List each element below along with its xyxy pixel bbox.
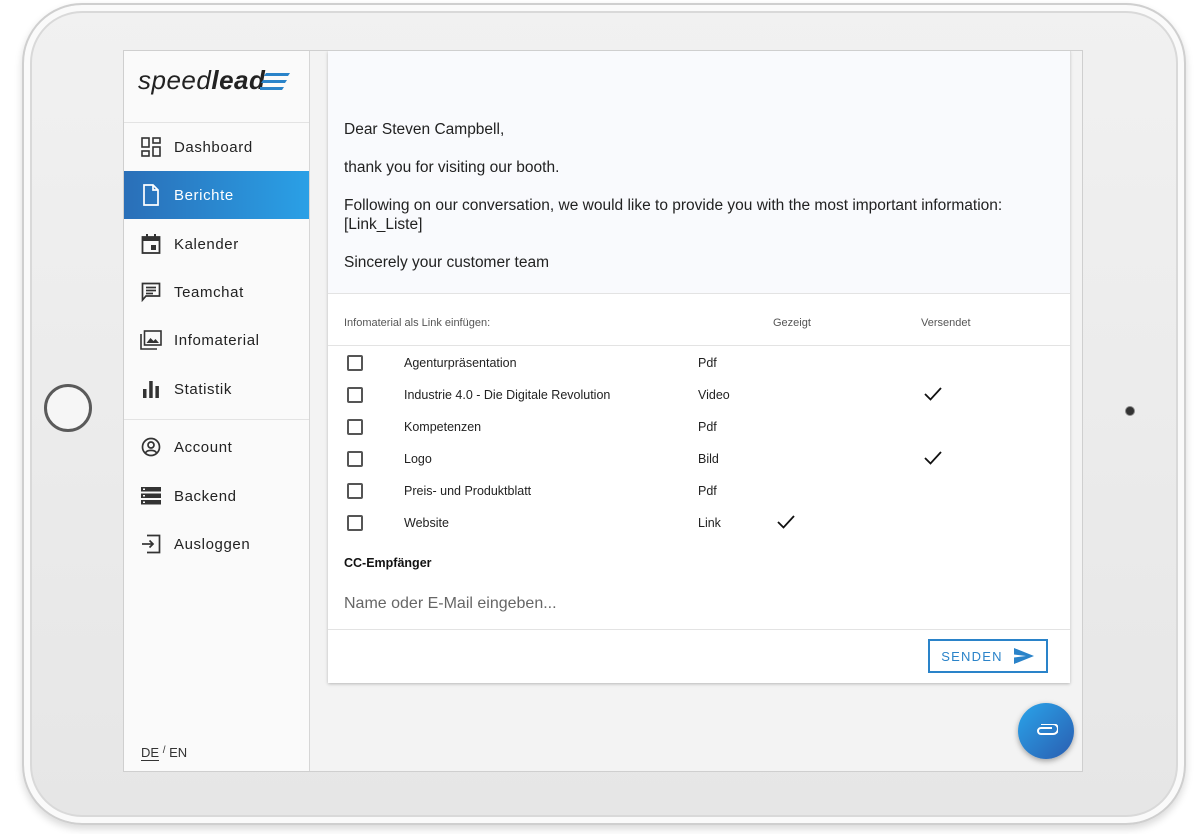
logo-suffix: lead (211, 65, 266, 95)
sidebar-item-infomaterial[interactable]: Infomaterial (124, 316, 309, 364)
row-name: Industrie 4.0 - Die Digitale Revolution (404, 388, 611, 402)
letter-link-list: [Link_Liste] (344, 216, 423, 233)
logo-prefix: speed (138, 65, 212, 95)
camera-dot (1125, 406, 1135, 416)
send-button[interactable]: SENDEN (928, 639, 1048, 673)
email-card: Dear Steven Campbell, thank you for visi… (328, 51, 1070, 683)
row-name: Website (404, 516, 449, 530)
sidebar-item-label: Ausloggen (174, 535, 251, 553)
nav-divider (124, 419, 309, 420)
sidebar-item-statistik[interactable]: Statistik (124, 365, 309, 413)
row-name: Logo (404, 452, 432, 466)
bar-chart-icon (140, 378, 162, 400)
sidebar-item-label: Backend (174, 487, 237, 505)
row-type: Pdf (698, 356, 717, 370)
lang-de[interactable]: DE (141, 745, 160, 761)
calendar-icon (140, 233, 162, 255)
attach-fab-button[interactable] (1018, 703, 1074, 759)
lang-separator: / (162, 745, 166, 756)
row-type: Pdf (698, 420, 717, 434)
send-icon (1013, 648, 1034, 664)
table-row: Industrie 4.0 - Die Digitale Revolution … (328, 379, 1070, 411)
sidebar-item-kalender[interactable]: Kalender (124, 220, 309, 268)
app-screen: speedlead Dashboard Berichte Kalender Te… (123, 50, 1083, 772)
sidebar-item-label: Berichte (174, 186, 234, 204)
logo[interactable]: speedlead (138, 65, 265, 96)
header-sent: Versendet (921, 317, 971, 329)
table-row: Kompetenzen Pdf (328, 411, 1070, 443)
letter-line2: Following on our conversation, we would … (344, 197, 1003, 214)
header-shown: Gezeigt (773, 317, 811, 329)
sidebar-item-ausloggen[interactable]: Ausloggen (124, 520, 309, 568)
account-icon (140, 436, 162, 458)
chat-icon (140, 281, 162, 303)
server-icon (140, 485, 162, 507)
cc-input[interactable] (344, 589, 1044, 619)
row-checkbox[interactable] (347, 355, 363, 371)
document-icon (140, 184, 162, 206)
letter-greeting: Dear Steven Campbell, (344, 121, 505, 138)
sent-check-icon (924, 451, 942, 465)
send-button-label: SENDEN (941, 648, 1003, 664)
sidebar-item-label: Kalender (174, 235, 239, 253)
letter-preview: Dear Steven Campbell, thank you for visi… (328, 51, 1070, 294)
row-checkbox[interactable] (347, 387, 363, 403)
sidebar-item-label: Teamchat (174, 283, 244, 301)
row-name: Preis- und Produktblatt (404, 484, 532, 498)
letter-closing: Sincerely your customer team (344, 254, 550, 271)
cc-label: CC-Empfänger (344, 556, 432, 570)
sent-check-icon (924, 387, 942, 401)
sidebar-item-backend[interactable]: Backend (124, 472, 309, 520)
photo-library-icon (140, 329, 162, 351)
table-divider (328, 345, 1070, 346)
row-name: Kompetenzen (404, 420, 482, 434)
shown-check-icon (777, 515, 795, 529)
dashboard-icon (140, 136, 162, 158)
table-row: Agenturpräsentation Pdf (328, 347, 1070, 379)
row-type: Bild (698, 452, 719, 466)
language-switch: DE / EN (141, 745, 187, 761)
row-checkbox[interactable] (347, 515, 363, 531)
sidebar-item-label: Account (174, 438, 233, 456)
home-button[interactable] (44, 384, 92, 432)
scrollbar-track[interactable] (1070, 51, 1071, 631)
row-type: Pdf (698, 484, 717, 498)
sidebar-item-account[interactable]: Account (124, 423, 309, 471)
table-row: Preis- und Produktblatt Pdf (328, 475, 1070, 507)
row-checkbox[interactable] (347, 451, 363, 467)
sidebar-item-berichte[interactable]: Berichte (124, 171, 309, 219)
table-row: Website Link (328, 507, 1070, 539)
lang-en[interactable]: EN (169, 745, 187, 760)
paperclip-icon (1037, 724, 1058, 735)
row-type: Video (698, 388, 730, 402)
letter-line1: thank you for visiting our booth. (344, 159, 560, 176)
table-row: Logo Bild (328, 443, 1070, 475)
sidebar-item-label: Infomaterial (174, 331, 260, 349)
row-checkbox[interactable] (347, 419, 363, 435)
row-type: Link (698, 516, 721, 530)
sidebar-item-label: Dashboard (174, 138, 253, 156)
sidebar: speedlead Dashboard Berichte Kalender Te… (124, 51, 310, 771)
header-material: Infomaterial als Link einfügen: (344, 317, 491, 329)
sidebar-item-label: Statistik (174, 380, 232, 398)
row-checkbox[interactable] (347, 483, 363, 499)
logo-lines-icon (260, 73, 290, 90)
row-name: Agenturpräsentation (404, 356, 517, 370)
footer-divider (328, 629, 1070, 630)
logout-icon (140, 533, 162, 555)
sidebar-item-teamchat[interactable]: Teamchat (124, 268, 309, 316)
sidebar-item-dashboard[interactable]: Dashboard (124, 123, 309, 171)
